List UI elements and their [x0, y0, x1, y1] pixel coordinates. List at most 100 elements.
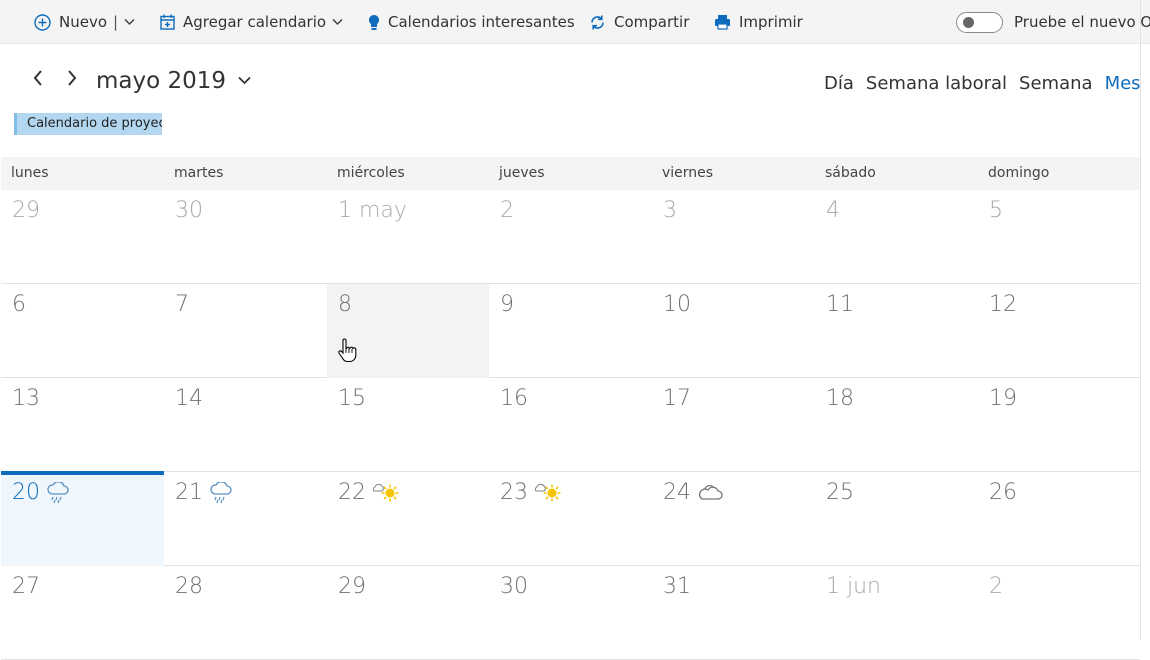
day-cell[interactable]: 23 [489, 472, 652, 566]
day-number: 9 [500, 292, 514, 317]
new-button[interactable]: Nuevo | [34, 0, 135, 44]
day-cell[interactable]: 18 [815, 378, 978, 472]
day-cell-today[interactable]: 20 [1, 471, 164, 566]
add-calendar-button[interactable]: Agregar calendario [160, 0, 343, 44]
day-number: 17 [663, 386, 691, 411]
split-separator: | [113, 13, 119, 31]
view-day[interactable]: Día [824, 73, 854, 94]
day-cell[interactable]: 13 [1, 378, 164, 472]
interesting-calendars-button[interactable]: Calendarios interesantes [368, 0, 575, 44]
day-number: 29 [12, 198, 40, 223]
day-number: 24 [663, 480, 691, 505]
day-number: 30 [175, 198, 203, 223]
grid-right-border [1140, 0, 1141, 640]
day-number: 15 [338, 386, 366, 411]
day-cell[interactable]: 27 [1, 566, 164, 660]
day-number: 21 [175, 480, 203, 505]
partly-sunny-icon [534, 483, 562, 503]
day-cell[interactable]: 1 jun [815, 566, 978, 660]
day-cell[interactable]: 14 [164, 378, 327, 472]
day-cell[interactable]: 10 [652, 284, 815, 378]
day-number: 23 [500, 480, 528, 505]
day-number: 8 [338, 292, 352, 317]
week-row: 27 28 29 30 31 1 jun 2 [1, 566, 1140, 660]
day-number: 22 [338, 480, 366, 505]
day-cell[interactable]: 4 [815, 190, 978, 284]
hand-cursor-icon [337, 338, 357, 364]
view-work-week[interactable]: Semana laboral [866, 73, 1007, 94]
day-cell[interactable]: 29 [327, 566, 489, 660]
day-cell[interactable]: 22 [327, 472, 489, 566]
previous-month-button[interactable] [32, 68, 44, 93]
calendar-chip[interactable]: Calendario de proyectos [14, 113, 162, 135]
today-indicator [1, 471, 164, 475]
share-icon [589, 14, 606, 31]
share-button[interactable]: Compartir [589, 0, 689, 44]
view-month[interactable]: Mes [1105, 73, 1141, 94]
day-cell[interactable]: 30 [489, 566, 652, 660]
day-cell[interactable]: 24 [652, 472, 815, 566]
day-number: 12 [989, 292, 1017, 317]
day-number: 30 [500, 574, 528, 599]
cloudy-icon [697, 483, 725, 503]
day-cell[interactable]: 3 [652, 190, 815, 284]
view-switcher: Día Semana laboral Semana Mes H [824, 72, 1150, 94]
weekday-label: domingo [988, 165, 1050, 181]
day-cell[interactable]: 6 [1, 284, 164, 378]
day-number: 10 [663, 292, 691, 317]
day-cell[interactable]: 25 [815, 472, 978, 566]
interesting-calendars-label: Calendarios interesantes [388, 13, 575, 31]
month-title: mayo 2019 [96, 68, 227, 94]
rain-icon [46, 481, 70, 504]
day-cell[interactable]: 9 [489, 284, 652, 378]
rain-icon [209, 481, 233, 504]
week-row: 29 30 1 may 2 3 4 5 [1, 190, 1140, 284]
month-picker[interactable]: mayo 2019 [96, 68, 251, 94]
day-number: 13 [12, 386, 40, 411]
day-number: 5 [989, 198, 1003, 223]
day-cell[interactable]: 2 [489, 190, 652, 284]
day-cell[interactable]: 17 [652, 378, 815, 472]
view-week[interactable]: Semana [1019, 73, 1093, 94]
day-number: 7 [175, 292, 189, 317]
day-number: 27 [12, 574, 40, 599]
day-cell[interactable]: 21 [164, 472, 327, 566]
chevron-down-icon [332, 16, 343, 29]
day-cell[interactable]: 30 [164, 190, 327, 284]
day-cell[interactable]: 2 [978, 566, 1140, 660]
partly-sunny-icon [372, 483, 400, 503]
day-cell[interactable]: 7 [164, 284, 327, 378]
day-cell[interactable]: 15 [327, 378, 489, 472]
day-cell[interactable]: 16 [489, 378, 652, 472]
day-number: 3 [663, 198, 677, 223]
week-row: 13 14 15 16 17 18 19 [1, 378, 1140, 472]
day-number: 1 jun [826, 574, 881, 599]
day-number-with-weather: 24 [663, 480, 725, 505]
day-cell[interactable]: 26 [978, 472, 1140, 566]
day-cell[interactable]: 19 [978, 378, 1140, 472]
chevron-down-icon [238, 74, 251, 89]
day-cell[interactable]: 11 [815, 284, 978, 378]
weekday-label: jueves [499, 165, 545, 181]
chevron-down-icon[interactable] [124, 16, 135, 29]
new-outlook-toggle[interactable] [956, 12, 1003, 33]
day-number: 2 [500, 198, 514, 223]
day-number: 26 [989, 480, 1017, 505]
new-button-label: Nuevo [59, 13, 108, 31]
weekday-label: sábado [825, 165, 876, 181]
day-number: 20 [12, 480, 40, 505]
day-cell[interactable]: 28 [164, 566, 327, 660]
plus-circle-icon [34, 13, 51, 31]
lightbulb-icon [368, 14, 380, 31]
add-calendar-label: Agregar calendario [183, 13, 327, 31]
day-cell[interactable]: 1 may [327, 190, 489, 284]
day-cell[interactable]: 5 [978, 190, 1140, 284]
day-number-with-weather: 22 [338, 480, 400, 505]
day-cell[interactable]: 12 [978, 284, 1140, 378]
day-cell[interactable]: 31 [652, 566, 815, 660]
print-button[interactable]: Imprimir [714, 0, 803, 44]
day-cell[interactable]: 29 [1, 190, 164, 284]
next-month-button[interactable] [66, 68, 78, 93]
print-label: Imprimir [739, 13, 803, 31]
weekday-label: martes [174, 165, 224, 181]
